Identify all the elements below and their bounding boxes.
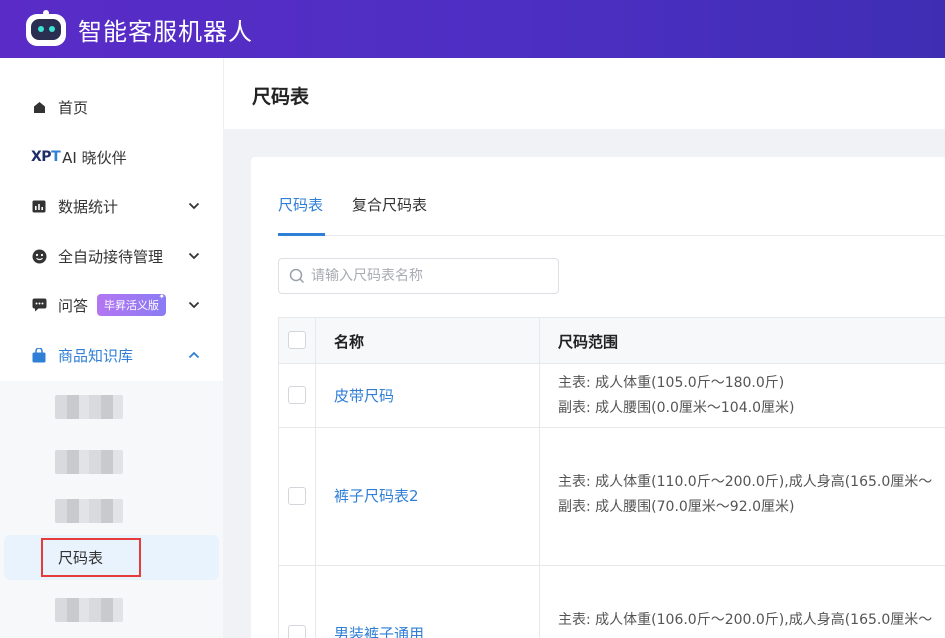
row-checkbox[interactable] (288, 386, 306, 404)
table-header: 名称 尺码范围 (279, 318, 945, 364)
submenu-item-blurred[interactable] (55, 395, 123, 419)
size-chart-name-link[interactable]: 裤子尺码表2 (334, 485, 419, 506)
size-range-main: 主表: 成人体重(106.0斤～200.0斤),成人身高(165.0厘米～ (558, 612, 933, 628)
home-icon (31, 99, 47, 115)
tab-active-indicator (278, 233, 325, 236)
sidebar-item-label: 问答 (58, 296, 89, 315)
robot-logo-icon (24, 10, 68, 48)
column-divider (539, 318, 540, 638)
table-row: 男装裤子通用 主表: 成人体重(106.0斤～200.0斤),成人身高(165.… (279, 566, 945, 638)
search-input[interactable] (311, 268, 551, 284)
column-header-name: 名称 (334, 333, 365, 351)
sidebar-item-ai-partner[interactable]: XPT AI 晓伙伴 (0, 135, 223, 179)
table-row: 皮带尺码 主表: 成人体重(105.0斤～180.0斤) 副表: 成人腰围(0.… (279, 364, 945, 428)
sidebar-item-label: AI 晓伙伴 (62, 148, 127, 167)
tab-bar: 尺码表 复合尺码表 (278, 194, 945, 236)
chevron-down-icon (188, 252, 200, 260)
sidebar-item-label: 首页 (58, 98, 89, 117)
xpt-logo-icon: XPT (31, 149, 61, 165)
size-chart-table: 名称 尺码范围 皮带尺码 主表: 成人体重(105.0斤～180.0斤) 副表:… (278, 317, 945, 638)
sidebar-item-label: 全自动接待管理 (58, 247, 164, 266)
size-range-sub: 副表: 成人腰围(0.0厘米～104.0厘米) (558, 400, 795, 416)
sidebar-item-statistics[interactable]: 数据统计 (0, 184, 223, 228)
size-chart-name-link[interactable]: 男装裤子通用 (334, 623, 424, 638)
table-row: 裤子尺码表2 主表: 成人体重(110.0斤～200.0斤),成人身高(165.… (279, 428, 945, 566)
chevron-down-icon (188, 202, 200, 210)
sidebar-item-product-knowledge[interactable]: 商品知识库 (0, 333, 223, 377)
size-range-sub: 副表: 成人腰围(70.0厘米～92.0厘米) (558, 499, 795, 515)
sidebar-item-label: 商品知识库 (58, 346, 134, 365)
tab-size-chart[interactable]: 尺码表 (278, 194, 323, 215)
submenu-item-blurred[interactable] (55, 499, 123, 523)
chevron-up-icon (188, 351, 200, 359)
search-box[interactable] (278, 258, 559, 294)
smile-icon (31, 248, 47, 264)
content-card: 尺码表 复合尺码表 名称 尺码范围 皮带尺码 主表: 成人体重(105.0斤～1… (251, 157, 945, 638)
column-divider (315, 318, 316, 638)
row-checkbox[interactable] (288, 487, 306, 505)
version-badge: 毕昇活义版 ✦ (97, 292, 167, 316)
sidebar: 首页 XPT AI 晓伙伴 数据统计 全自动接待管理 问答 毕昇活义版 ✦ 商品知… (0, 58, 223, 638)
submenu-item-blurred[interactable] (55, 598, 123, 622)
page-title: 尺码表 (252, 86, 310, 108)
chevron-down-icon (188, 301, 200, 309)
sidebar-item-home[interactable]: 首页 (0, 85, 223, 129)
highlight-box (41, 538, 141, 577)
submenu-item-blurred[interactable] (55, 450, 123, 474)
chat-icon (31, 297, 47, 313)
app-title: 智能客服机器人 (78, 17, 253, 46)
row-checkbox[interactable] (288, 625, 306, 638)
size-range-main: 主表: 成人体重(105.0斤～180.0斤) (558, 375, 785, 391)
tab-composite-size-chart[interactable]: 复合尺码表 (352, 194, 427, 215)
chart-icon (31, 198, 47, 214)
column-header-range: 尺码范围 (558, 333, 619, 351)
size-range-main: 主表: 成人体重(110.0斤～200.0斤),成人身高(165.0厘米～ (558, 474, 933, 490)
app-header: 智能客服机器人 (0, 0, 945, 58)
sidebar-item-auto-reception[interactable]: 全自动接待管理 (0, 234, 223, 278)
size-chart-name-link[interactable]: 皮带尺码 (334, 385, 394, 406)
search-icon (289, 268, 305, 284)
sidebar-item-qa[interactable]: 问答 毕昇活义版 ✦ (0, 283, 223, 327)
bag-icon (31, 347, 47, 363)
select-all-checkbox[interactable] (288, 331, 306, 349)
sidebar-item-label: 数据统计 (58, 197, 119, 216)
page-header: 尺码表 (223, 58, 945, 129)
